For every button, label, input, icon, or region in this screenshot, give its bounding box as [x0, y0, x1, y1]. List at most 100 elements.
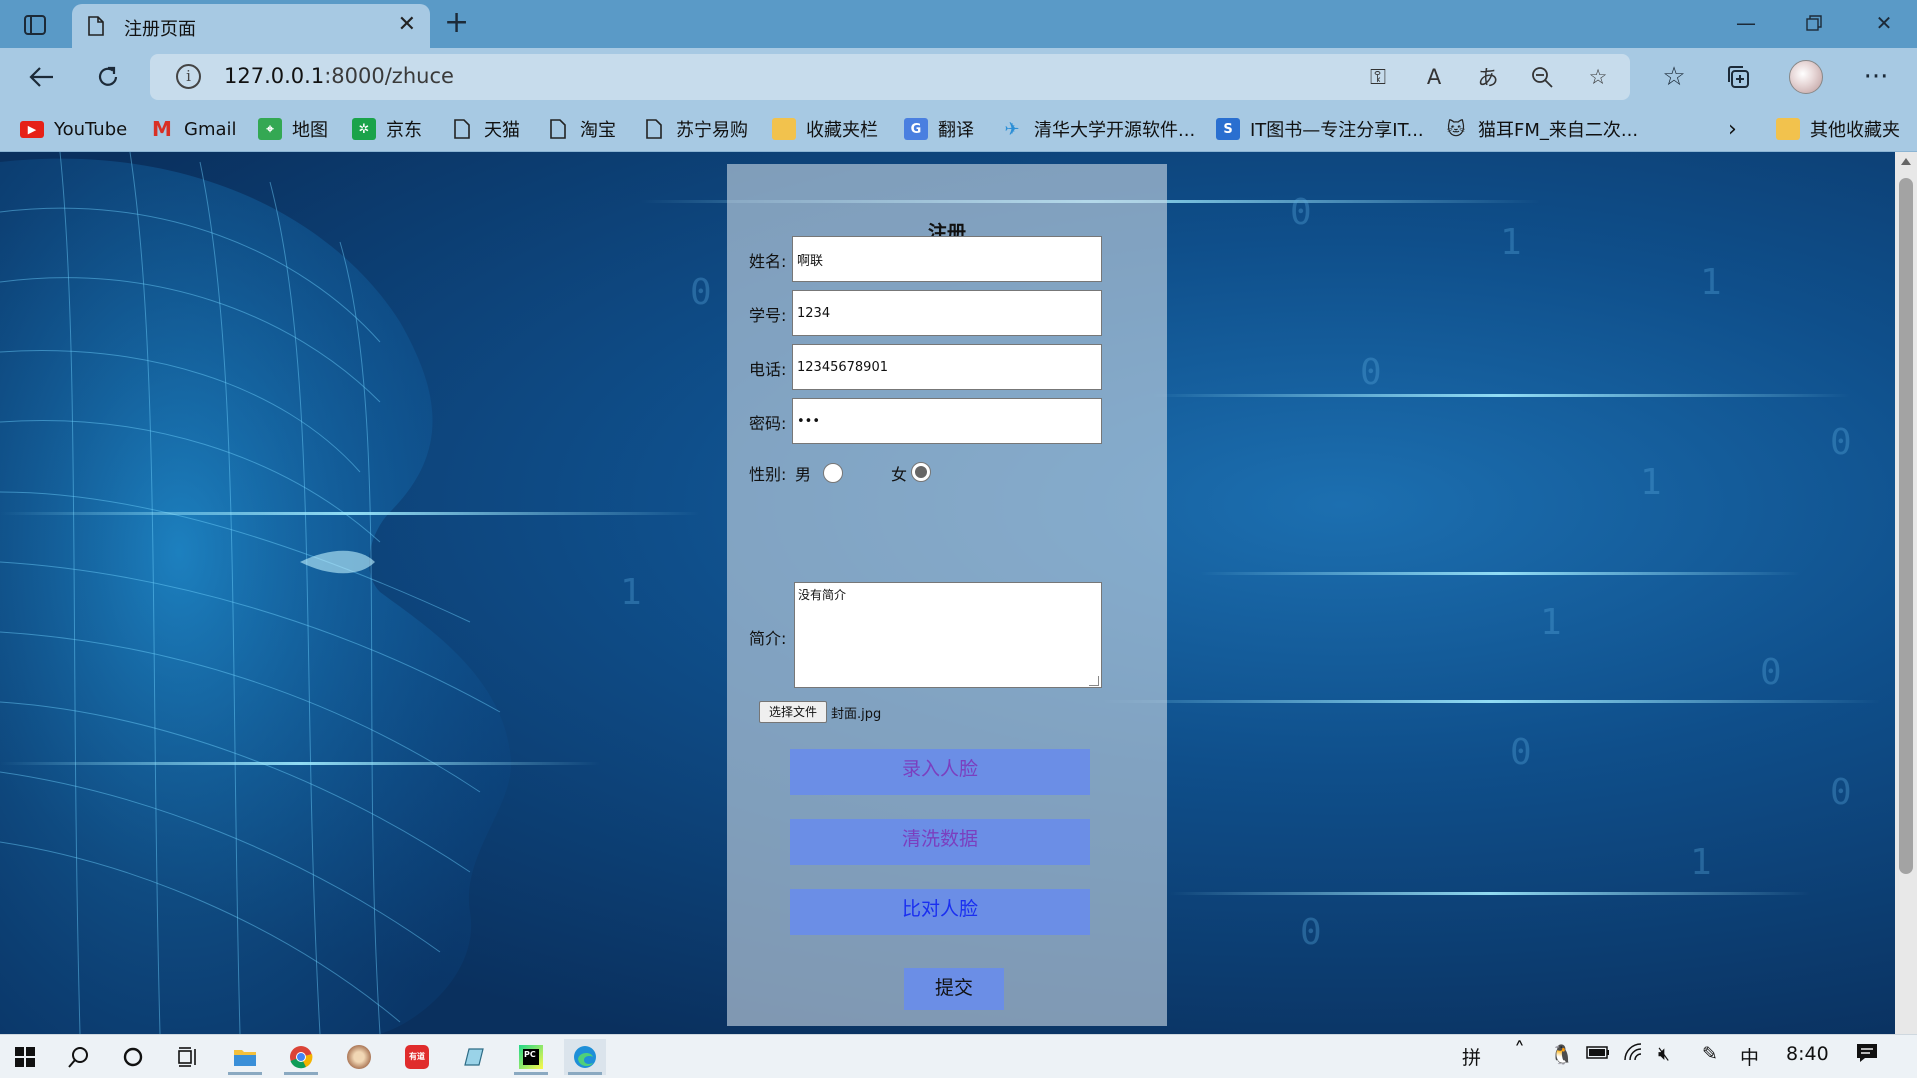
bookmark-taobao[interactable]: 淘宝 — [546, 114, 616, 144]
cortana-icon[interactable] — [112, 1039, 154, 1075]
bookmark-suning[interactable]: 苏宁易购 — [642, 114, 748, 144]
choose-file-button[interactable]: 选择文件 — [759, 701, 827, 723]
bookmark-jd[interactable]: ✲ 京东 — [352, 114, 422, 144]
resize-grip-icon[interactable] — [1089, 676, 1099, 686]
name-input[interactable] — [792, 236, 1102, 282]
collections-icon[interactable] — [1720, 60, 1756, 94]
back-icon[interactable] — [24, 60, 60, 94]
maps-icon: ⌖ — [258, 118, 282, 140]
qq-icon[interactable]: 🐧 — [1550, 1043, 1574, 1066]
page-icon — [546, 118, 570, 140]
page-scrollbar[interactable] — [1895, 152, 1917, 1034]
search-icon[interactable] — [58, 1039, 100, 1075]
browser-toolbar: i 127.0.0.1:8000/zhuce ⚿ A あ ☆ ☆ ··· — [0, 48, 1917, 106]
bookmark-tmall[interactable]: 天猫 — [450, 114, 520, 144]
minimize-icon[interactable]: — — [1726, 8, 1766, 38]
bookmark-maps[interactable]: ⌖ 地图 — [258, 114, 328, 144]
enroll-face-button[interactable]: 录入人脸 — [790, 749, 1090, 795]
student-id-label: 学号: — [749, 306, 787, 325]
notifications-icon[interactable] — [1856, 1043, 1878, 1068]
submit-button[interactable]: 提交 — [904, 968, 1004, 1010]
folder-icon — [772, 118, 796, 140]
browser-tab-bar: 注册页面 ✕ + — ✕ — [0, 0, 1917, 48]
language-indicator[interactable]: 中 — [1740, 1043, 1759, 1070]
more-menu-icon[interactable]: ··· — [1858, 60, 1894, 94]
chevron-right-icon[interactable]: › — [1728, 114, 1737, 144]
tab-title: 注册页面 — [124, 19, 196, 40]
youdao-icon[interactable]: 有道 — [396, 1039, 438, 1075]
password-input[interactable] — [792, 398, 1102, 444]
phone-input[interactable] — [792, 344, 1102, 390]
name-label: 姓名: — [749, 252, 787, 271]
bookmark-translate[interactable]: G 翻译 — [904, 114, 974, 144]
bookmark-tuna[interactable]: ✈ 清华大学开源软件... — [1000, 114, 1195, 144]
gender-female-radio[interactable] — [911, 462, 931, 482]
task-view-icon[interactable] — [166, 1039, 208, 1075]
scroll-up-icon[interactable] — [1901, 158, 1911, 165]
pycharm-icon[interactable]: PC — [510, 1039, 552, 1075]
bookmark-missevan[interactable]: 🐱 猫耳FM_来自二次... — [1444, 114, 1638, 144]
file-name-text: 封面.jpg — [831, 707, 882, 722]
gender-label: 性别: — [749, 465, 787, 484]
page-icon — [88, 16, 104, 40]
refresh-icon[interactable] — [90, 60, 126, 94]
bookmark-gmail[interactable]: M Gmail — [150, 114, 236, 144]
missevan-icon: 🐱 — [1446, 118, 1466, 140]
translate-icon: G — [904, 118, 928, 140]
ime-mode-indicator[interactable]: 拼 — [1462, 1043, 1481, 1070]
favorites-icon[interactable]: ☆ — [1656, 60, 1692, 94]
clean-data-button[interactable]: 清洗数据 — [790, 819, 1090, 865]
wifi-icon[interactable] — [1624, 1043, 1646, 1066]
notebook-app-icon[interactable] — [452, 1039, 494, 1075]
read-aloud-icon[interactable]: A — [1418, 62, 1450, 92]
page-viewport: 0 1 1 0 0 1 1 0 0 0 1 0 0 1 注册 姓名: 学号: 电… — [0, 152, 1917, 1034]
intro-textarea[interactable]: 没有简介 — [794, 582, 1102, 688]
page-icon — [450, 118, 474, 140]
compare-face-button[interactable]: 比对人脸 — [790, 889, 1090, 935]
gender-male-radio[interactable] — [823, 463, 843, 483]
close-window-icon[interactable]: ✕ — [1864, 8, 1904, 38]
close-tab-icon[interactable]: ✕ — [398, 12, 416, 37]
pen-icon[interactable]: ✎ — [1702, 1043, 1718, 1065]
file-explorer-icon[interactable] — [224, 1039, 266, 1075]
registration-form: 注册 姓名: 学号: 电话: 密码: 性别: 男 女 简介: 没有简介 选择文件… — [727, 164, 1167, 1026]
gmail-icon: M — [152, 117, 172, 141]
scrollbar-thumb[interactable] — [1899, 178, 1913, 874]
tab-active[interactable]: 注册页面 ✕ — [72, 4, 430, 48]
tab-actions-icon[interactable] — [18, 10, 52, 40]
chevron-up-icon[interactable]: ˄ — [1514, 1039, 1525, 1064]
zoom-out-icon[interactable] — [1526, 62, 1558, 92]
key-icon[interactable]: ⚿ — [1362, 62, 1394, 92]
wireframe-face-image — [0, 152, 512, 1034]
itbook-icon: S — [1216, 118, 1240, 140]
intro-label: 简介: — [749, 629, 787, 648]
tuna-icon: ✈ — [1004, 118, 1020, 140]
translate-page-icon[interactable]: あ — [1472, 62, 1504, 92]
folder-icon — [1776, 118, 1800, 140]
volume-muted-icon[interactable]: 🔇︎ — [1658, 1043, 1670, 1065]
bookmark-itbook[interactable]: S IT图书—专注分享IT... — [1216, 114, 1424, 144]
phone-label: 电话: — [749, 360, 787, 379]
windows-start-icon[interactable] — [4, 1039, 46, 1075]
battery-icon[interactable] — [1586, 1043, 1610, 1065]
bookmarks-bar: ▶ YouTube M Gmail ⌖ 地图 ✲ 京东 天猫 淘宝 苏宁易购 收藏夹栏 … — [0, 106, 1917, 152]
password-label: 密码: — [749, 414, 787, 433]
url-text[interactable]: 127.0.0.1:8000/zhuce — [224, 64, 454, 88]
clock-time[interactable]: 8:40 — [1786, 1043, 1829, 1065]
bookmark-favorites-folder[interactable]: 收藏夹栏 — [772, 114, 878, 144]
gender-female-label: 女 — [891, 465, 908, 484]
edge-icon[interactable] — [564, 1039, 606, 1075]
gender-male-label: 男 — [795, 465, 812, 484]
bookmark-other-folder[interactable]: 其他收藏夹 — [1776, 114, 1900, 144]
chrome-icon[interactable] — [280, 1039, 322, 1075]
add-favorite-icon[interactable]: ☆ — [1582, 62, 1614, 92]
profile-avatar[interactable] — [1788, 60, 1824, 94]
student-id-input[interactable] — [792, 290, 1102, 336]
address-bar[interactable]: i 127.0.0.1:8000/zhuce ⚿ A あ ☆ — [150, 54, 1630, 100]
windows-taskbar: 有道 PC 拼 ˄ 🐧 🔇︎ ✎ 中 8:40 — [0, 1034, 1917, 1078]
bookmark-youtube[interactable]: ▶ YouTube — [20, 114, 127, 144]
site-info-icon[interactable]: i — [176, 64, 201, 89]
new-tab-icon[interactable]: + — [444, 6, 469, 40]
game-app-icon[interactable] — [338, 1039, 380, 1075]
restore-icon[interactable] — [1794, 8, 1834, 38]
